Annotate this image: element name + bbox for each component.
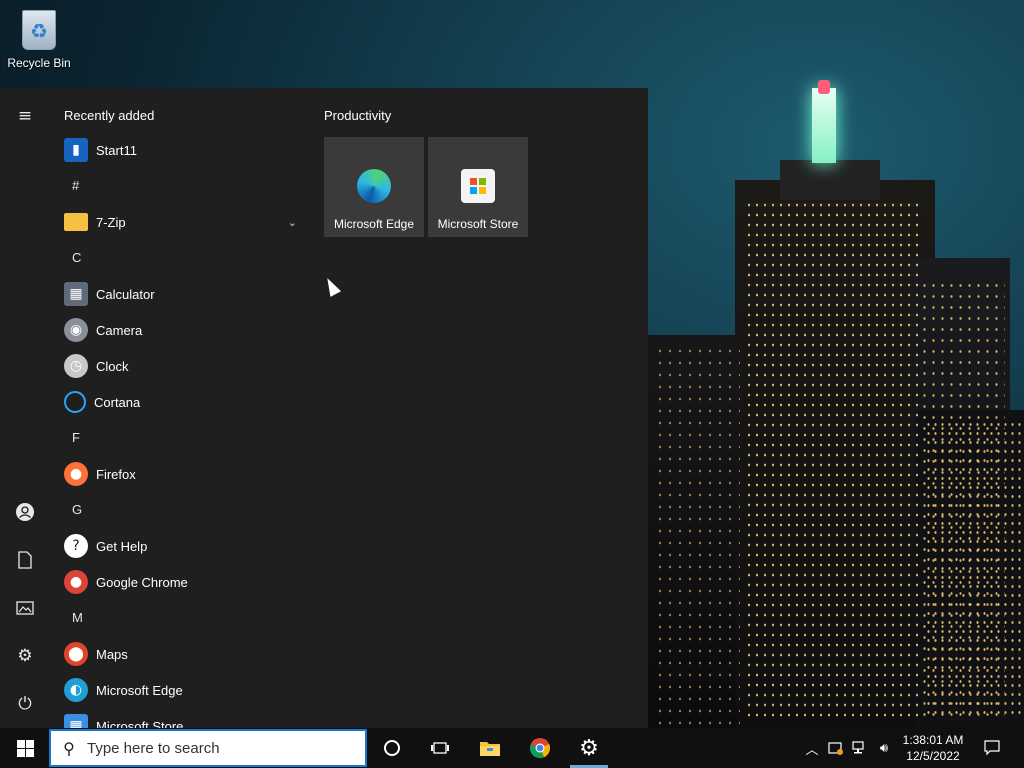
power-icon[interactable]: ⏻ — [12, 691, 38, 717]
app-name: Google Chrome — [96, 574, 188, 590]
get-help-icon: ? — [64, 534, 88, 558]
app-name: Cortana — [94, 394, 141, 410]
app-name: Microsoft Store — [96, 718, 184, 729]
search-icon: ⚲ — [63, 738, 75, 758]
app-list-item[interactable]: ◐ Microsoft Edge — [60, 672, 305, 708]
app-list-item[interactable]: 7-Zip ⌄ — [60, 204, 305, 240]
recycle-bin-shortcut[interactable]: Recycle Bin — [4, 6, 74, 70]
tile-label: Microsoft Edge — [333, 217, 415, 231]
app-name: Clock — [96, 358, 129, 374]
search-input[interactable] — [87, 739, 357, 757]
recently-added-header: Recently added — [64, 108, 155, 123]
windows-logo-icon — [16, 739, 34, 757]
file-explorer-button[interactable] — [467, 728, 513, 768]
hamburger-menu-icon[interactable]: ≡ — [12, 103, 38, 129]
task-view-button[interactable] — [417, 728, 463, 768]
start-menu-rail: ≡ ⚙ ⏻ — [0, 88, 50, 728]
app-name: 7-Zip — [96, 214, 126, 230]
app-name: Camera — [96, 322, 143, 338]
chevron-down-icon[interactable]: ⌄ — [288, 216, 297, 229]
recycle-bin-icon — [22, 10, 56, 50]
store-icon — [461, 169, 495, 203]
camera-icon: ◉ — [64, 318, 88, 342]
taskbar-clock[interactable]: 1:38:01 AM 12/5/2022 — [898, 732, 968, 764]
tiles-panel: Productivity Microsoft Edge Microsoft St… — [324, 108, 528, 237]
settings-gear-icon[interactable]: ⚙ — [12, 643, 38, 669]
network-icon[interactable] — [848, 728, 872, 768]
start-button[interactable] — [2, 728, 48, 768]
edge-icon — [357, 169, 391, 203]
notifications-icon[interactable] — [980, 728, 1004, 768]
clock-icon: ◷ — [64, 354, 88, 378]
settings-icon: ⚙ — [579, 735, 599, 761]
recycle-bin-label: Recycle Bin — [7, 56, 71, 70]
show-hidden-icons-chevron-icon[interactable]: ︿ — [800, 728, 824, 768]
section-letter[interactable]: G — [72, 502, 82, 517]
app-name: Microsoft Edge — [96, 682, 183, 698]
edge-icon: ◐ — [64, 678, 88, 702]
clock-time: 1:38:01 AM — [902, 733, 964, 747]
wallpaper-tower — [812, 88, 836, 163]
settings-button[interactable]: ⚙ — [566, 728, 612, 768]
documents-icon[interactable] — [12, 547, 38, 573]
firefox-icon: ● — [64, 462, 88, 486]
app-list-item[interactable]: ▦ Calculator — [60, 276, 305, 312]
app-list-item[interactable]: ⬤ Maps — [60, 636, 305, 672]
chrome-icon: ● — [64, 570, 88, 594]
wallpaper-lights — [925, 420, 1024, 720]
section-letter[interactable]: # — [72, 178, 79, 193]
calculator-icon: ▦ — [64, 282, 88, 306]
taskbar-search-box[interactable]: ⚲ — [49, 729, 367, 767]
wallpaper-lights — [745, 200, 920, 720]
app-list-item[interactable]: ? Get Help — [60, 528, 305, 564]
pictures-icon[interactable] — [12, 595, 38, 621]
app-list-item[interactable]: ● Google Chrome — [60, 564, 305, 600]
app-list: Recently added ▮ Start11 #7-Zip ⌄ C ▦ Calculat… — [50, 88, 312, 728]
tile-microsoft-store[interactable]: Microsoft Store — [428, 137, 528, 237]
task-view-icon — [431, 742, 449, 754]
wallpaper-building — [780, 160, 880, 200]
taskbar: ⚲ ⚙ ︿ 🔊︎ 1:38:01 AM 12/5/2022 — [0, 728, 1024, 768]
start-menu: ≡ ⚙ ⏻ Recently added ▮ Start11 #7-Zip ⌄ C ▦ Ca… — [0, 88, 648, 728]
app-list-item[interactable]: ◉ Camera — [60, 312, 305, 348]
tile-microsoft-edge[interactable]: Microsoft Edge — [324, 137, 424, 237]
app-name: Maps — [96, 646, 128, 662]
folder-icon — [64, 213, 88, 231]
volume-icon[interactable]: 🔊︎ — [872, 728, 896, 768]
app-list-item[interactable]: ▮ Start11 — [60, 132, 305, 168]
cortana-button[interactable] — [369, 728, 415, 768]
security-alert-icon[interactable] — [824, 728, 848, 768]
store-icon: ▦ — [64, 714, 88, 728]
cortana-icon — [64, 391, 86, 413]
maps-icon: ⬤ — [64, 642, 88, 666]
app-list-item[interactable]: ◷ Clock — [60, 348, 305, 384]
tiles-group-title: Productivity — [324, 108, 392, 123]
app-name: Firefox — [96, 466, 136, 482]
section-letter[interactable]: C — [72, 250, 81, 265]
chrome-icon — [529, 738, 551, 759]
tile-label: Microsoft Store — [437, 217, 519, 231]
wallpaper-tower-light — [818, 80, 830, 94]
wallpaper-lights — [655, 345, 740, 725]
app-name: Get Help — [96, 538, 148, 554]
app-name: Calculator — [96, 286, 155, 302]
app-list-item[interactable]: Cortana — [60, 384, 305, 420]
file-explorer-icon — [480, 742, 500, 756]
section-letter[interactable]: M — [72, 610, 83, 625]
clock-date: 12/5/2022 — [906, 749, 960, 763]
chrome-button[interactable] — [517, 728, 563, 768]
user-account-icon[interactable] — [12, 499, 38, 525]
start11-icon: ▮ — [64, 138, 88, 162]
app-name: Start11 — [96, 142, 137, 158]
cortana-icon — [384, 740, 400, 756]
app-list-item[interactable]: ● Firefox — [60, 456, 305, 492]
app-list-item[interactable]: ▦ Microsoft Store — [60, 708, 305, 728]
section-letter[interactable]: F — [72, 430, 80, 445]
